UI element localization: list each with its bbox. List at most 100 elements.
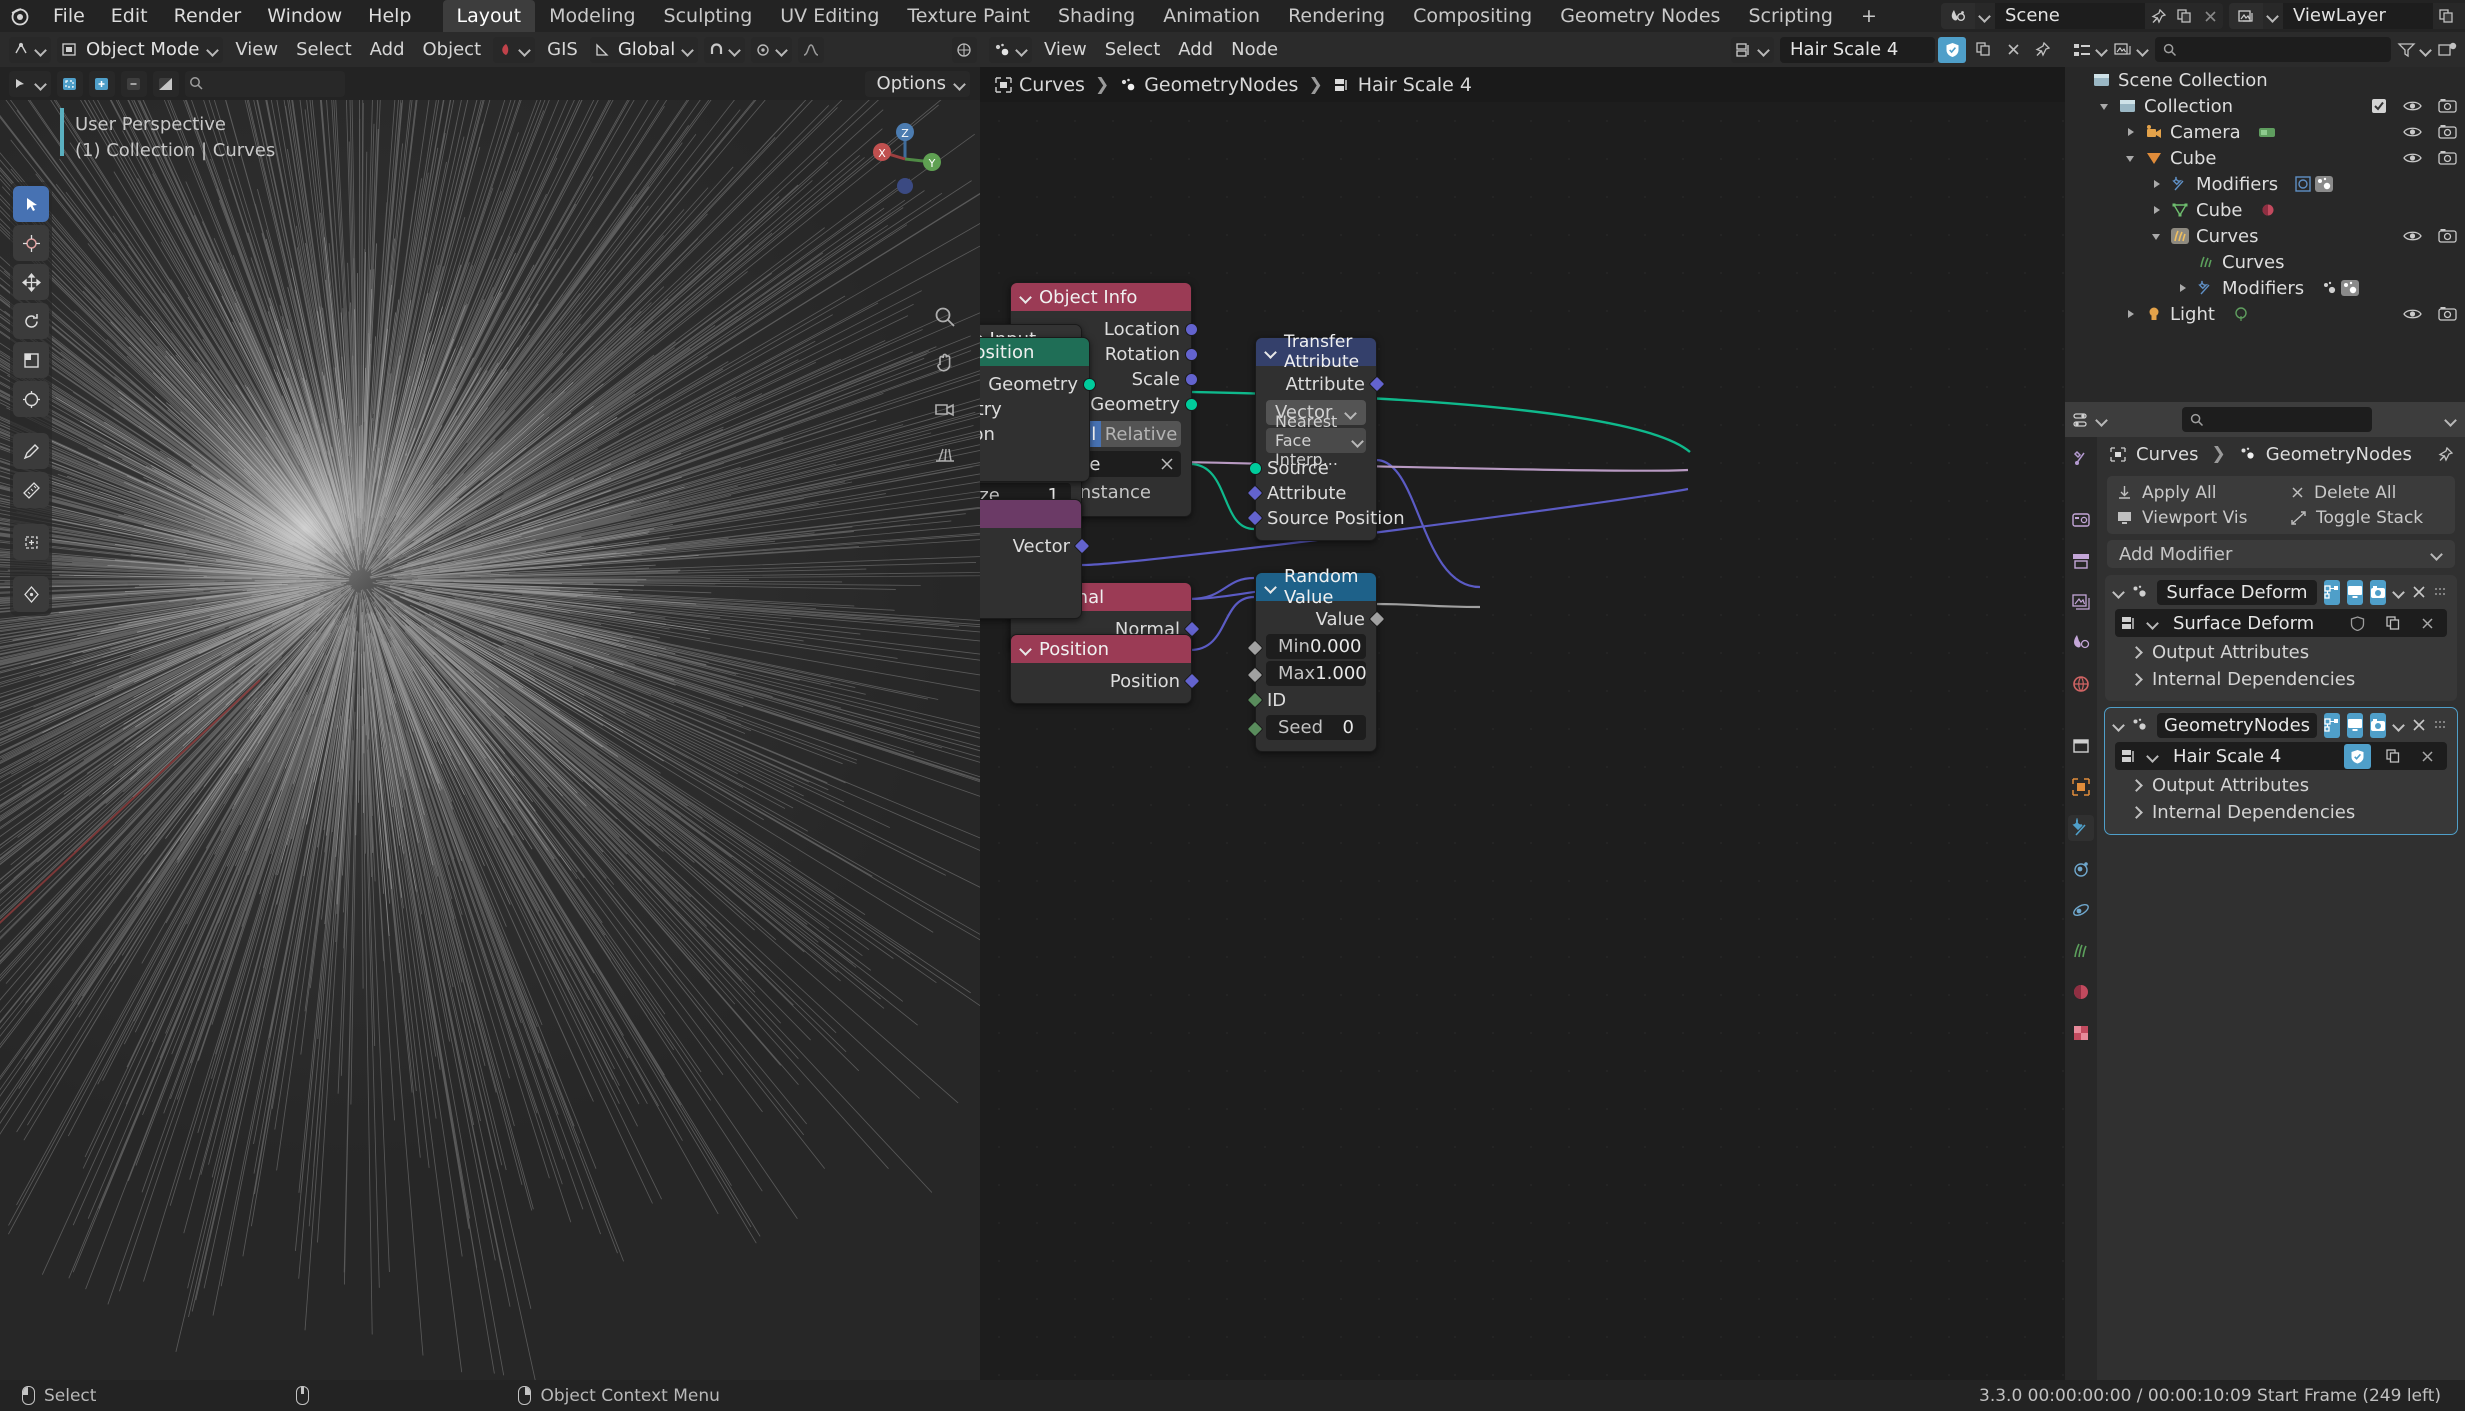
socket-scale[interactable] bbox=[1185, 373, 1198, 386]
editor-type-selector[interactable] bbox=[9, 36, 51, 63]
fake-user-shield-icon[interactable] bbox=[1938, 36, 1966, 63]
fake-user-shield-icon[interactable] bbox=[2344, 611, 2371, 636]
viewport-menu-select[interactable]: Select bbox=[287, 35, 361, 65]
disclosure-triangle-icon[interactable] bbox=[2151, 178, 2164, 191]
socket-rotation[interactable] bbox=[1185, 348, 1198, 361]
outliner-new-collection-icon[interactable] bbox=[2438, 42, 2457, 58]
outliner-row-curves-7[interactable]: Curves bbox=[2065, 249, 2465, 275]
viewlayer-name-field[interactable]: ViewLayer bbox=[2283, 3, 2433, 29]
select-mode-invert-icon[interactable] bbox=[153, 70, 179, 97]
node-scale[interactable]: Scale Vector Vector Scale bbox=[980, 499, 1091, 619]
socket-row-setpos-geometry-in[interactable]: Geometry bbox=[980, 397, 1089, 422]
viewport-vis-button[interactable]: Viewport Vis bbox=[2107, 508, 2281, 528]
node-header-scale[interactable]: Scale bbox=[980, 500, 1081, 528]
node-transfer-attribute[interactable]: Transfer Attribute Attribute Vector Near… bbox=[1246, 332, 1405, 541]
node-header-set-position[interactable]: Set Position bbox=[980, 338, 1089, 366]
node-random-value[interactable]: Random Value Value Min 0.000 Max 1.000 I… bbox=[1246, 566, 1386, 752]
tab-tool[interactable] bbox=[2068, 445, 2094, 471]
node-group-datablock-row[interactable]: Surface Deform bbox=[2115, 609, 2447, 637]
viewport-search-field[interactable] bbox=[185, 70, 345, 97]
tool-shear-icon[interactable] bbox=[13, 576, 49, 612]
outliner-display-mode-icon[interactable] bbox=[2114, 42, 2149, 58]
workspace-tab-texture-paint[interactable]: Texture Paint bbox=[893, 0, 1044, 32]
outliner-tree[interactable]: Scene Collection Collection Camera Cube Modi… bbox=[2065, 67, 2465, 402]
modifier-section-internal-dependencies[interactable]: Internal Dependencies bbox=[2105, 799, 2457, 826]
socket-row-setpos-offset[interactable]: Offset bbox=[980, 447, 1089, 472]
node-group-datablock-row[interactable]: Hair Scale 4 bbox=[2115, 742, 2447, 770]
toggle-stack-button[interactable]: Toggle Stack bbox=[2281, 508, 2455, 528]
menu-edit[interactable]: Edit bbox=[98, 0, 161, 32]
node-position[interactable]: Position Position bbox=[1010, 634, 1201, 704]
tool-annotate-icon[interactable] bbox=[13, 433, 49, 469]
hide-in-viewport-icon[interactable] bbox=[2403, 307, 2422, 321]
node-group-name-field[interactable]: Surface Deform bbox=[2167, 613, 2336, 634]
workspace-tab-animation[interactable]: Animation bbox=[1149, 0, 1274, 32]
tool-tweak-icon[interactable] bbox=[13, 186, 49, 222]
min-field[interactable]: Min 0.000 bbox=[1266, 634, 1366, 659]
modifier-extras-chevron-icon[interactable] bbox=[2393, 720, 2404, 731]
realtime-display-icon[interactable] bbox=[2347, 712, 2363, 738]
menu-help[interactable]: Help bbox=[355, 0, 424, 32]
hide-in-viewport-icon[interactable] bbox=[2403, 125, 2422, 139]
node-menu-add[interactable]: Add bbox=[1169, 35, 1222, 65]
transform-orientation-selector[interactable]: Global bbox=[589, 36, 699, 63]
socket-row-position[interactable]: Position bbox=[1011, 669, 1201, 694]
hide-in-viewport-icon[interactable] bbox=[2403, 229, 2422, 243]
ortho-perspective-icon[interactable] bbox=[928, 438, 962, 472]
properties-pin-icon[interactable] bbox=[2438, 446, 2453, 462]
duplicate-node-tree-icon[interactable] bbox=[1969, 37, 1997, 63]
viewport-canvas[interactable]: User Perspective (1) Collection | Curves bbox=[0, 100, 980, 1380]
pin-node-tree-icon[interactable] bbox=[2029, 37, 2055, 63]
modifier-extras-chevron-icon[interactable] bbox=[2393, 587, 2404, 598]
modifier-block-surface-deform[interactable]: Surface Deform Surface Deform Output Attri… bbox=[2105, 575, 2457, 701]
unlink-node-group-icon[interactable] bbox=[2414, 611, 2441, 636]
modifier-drag-handle[interactable] bbox=[2434, 713, 2450, 738]
outliner-row-cube-3[interactable]: Cube bbox=[2065, 145, 2465, 171]
modifier-block-geometrynodes[interactable]: GeometryNodes Hair Scale 4 Output Attribut… bbox=[2104, 707, 2458, 835]
node-header-transfer-attribute[interactable]: Transfer Attribute bbox=[1256, 332, 1376, 372]
collapse-chevron-icon[interactable] bbox=[1266, 582, 1277, 593]
workspace-tab-layout[interactable]: Layout bbox=[442, 0, 536, 32]
fake-user-shield-icon[interactable] bbox=[2344, 743, 2371, 769]
unlink-node-group-icon[interactable] bbox=[2414, 744, 2441, 769]
modifier-title-row[interactable]: Surface Deform bbox=[2105, 577, 2457, 607]
tab-collection[interactable] bbox=[2068, 733, 2094, 759]
add-modifier-button[interactable]: Add Modifier bbox=[2107, 540, 2455, 568]
tab-object-data[interactable] bbox=[2068, 938, 2094, 964]
outliner-row-camera-2[interactable]: Camera bbox=[2065, 119, 2465, 145]
modifier-section-internal-dependencies[interactable]: Internal Dependencies bbox=[2105, 666, 2457, 693]
node-menu-select[interactable]: Select bbox=[1096, 35, 1170, 65]
outliner-row-light-9[interactable]: Light bbox=[2065, 301, 2465, 327]
seed-field[interactable]: Seed 0 bbox=[1266, 715, 1366, 740]
node-header-position[interactable]: Position bbox=[1011, 635, 1191, 663]
outliner-row-modifiers-8[interactable]: Modifiers bbox=[2065, 275, 2465, 301]
socket-row-source-position[interactable]: Source Position bbox=[1246, 506, 1405, 531]
socket-row-scale-in[interactable]: Scale bbox=[980, 584, 1081, 609]
disclosure-triangle-icon[interactable] bbox=[2151, 230, 2164, 243]
scene-name-field[interactable]: Scene bbox=[1995, 3, 2145, 29]
socket-row-attribute-in[interactable]: Attribute bbox=[1246, 481, 1376, 506]
disable-in-renders-icon[interactable] bbox=[2438, 306, 2457, 322]
viewport-menu-view[interactable]: View bbox=[226, 35, 287, 65]
blender-logo-icon[interactable] bbox=[0, 0, 40, 32]
workspace-tab-compositing[interactable]: Compositing bbox=[1399, 0, 1546, 32]
disclosure-triangle-icon[interactable] bbox=[2099, 100, 2112, 113]
menu-render[interactable]: Render bbox=[161, 0, 255, 32]
outliner-search-input[interactable] bbox=[2155, 37, 2391, 62]
modifier-name-field[interactable]: GeometryNodes bbox=[2157, 712, 2317, 738]
collapse-chevron-icon[interactable] bbox=[1021, 292, 1032, 303]
collapse-chevron-icon[interactable] bbox=[2113, 720, 2124, 731]
expand-chevron-icon[interactable] bbox=[2131, 780, 2142, 791]
max-field[interactable]: Max 1.000 bbox=[1266, 661, 1367, 686]
breadcrumb-item-geometrynodes[interactable]: GeometryNodes bbox=[1144, 74, 1298, 96]
modifier-section-output-attributes[interactable]: Output Attributes bbox=[2105, 639, 2457, 666]
duplicate-node-group-icon[interactable] bbox=[2379, 611, 2406, 636]
outliner-row-scene-collection-0[interactable]: Scene Collection bbox=[2065, 67, 2465, 93]
remove-modifier-icon[interactable] bbox=[2411, 713, 2427, 738]
disable-in-renders-icon[interactable] bbox=[2438, 98, 2457, 114]
disclosure-triangle-icon[interactable] bbox=[2151, 204, 2164, 217]
menu-file[interactable]: File bbox=[40, 0, 98, 32]
tab-output[interactable] bbox=[2068, 548, 2094, 574]
outliner-row-modifiers-4[interactable]: Modifiers bbox=[2065, 171, 2465, 197]
socket-geometry[interactable] bbox=[1185, 398, 1198, 411]
